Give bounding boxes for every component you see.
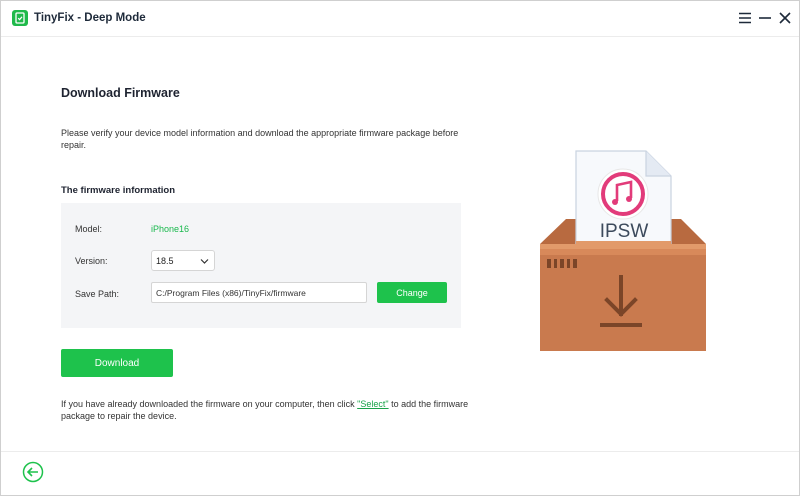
change-path-button[interactable]: Change bbox=[377, 282, 447, 303]
app-window: TinyFix - Deep Mode Download Firmware Pl… bbox=[0, 0, 800, 496]
close-icon[interactable] bbox=[776, 9, 794, 27]
version-value: 18.5 bbox=[156, 256, 174, 266]
version-select[interactable]: 18.5 bbox=[151, 250, 215, 271]
save-path-label: Save Path: bbox=[75, 289, 120, 299]
chevron-down-icon bbox=[200, 257, 209, 264]
model-label: Model: bbox=[75, 224, 103, 234]
hint-text-before: If you have already downloaded the firmw… bbox=[61, 399, 358, 409]
model-value: iPhone16 bbox=[151, 224, 190, 234]
footer-divider bbox=[1, 451, 799, 452]
back-arrow-icon[interactable] bbox=[22, 461, 44, 483]
hamburger-menu-icon[interactable] bbox=[736, 9, 754, 27]
select-link[interactable]: "Select" bbox=[357, 399, 388, 409]
firmware-info-panel: Model: iPhone16 Version: 18.5 Save Path:… bbox=[61, 203, 461, 328]
version-label: Version: bbox=[75, 256, 108, 266]
save-path-input[interactable] bbox=[151, 282, 367, 303]
ipsw-label: IPSW bbox=[600, 221, 649, 242]
firmware-box-illustration: IPSW bbox=[536, 149, 711, 354]
title-bar: TinyFix - Deep Mode bbox=[1, 1, 799, 37]
app-logo-icon bbox=[12, 10, 28, 26]
page-title: Download Firmware bbox=[61, 86, 180, 100]
firmware-section-title: The firmware information bbox=[61, 185, 176, 196]
download-button[interactable]: Download bbox=[61, 349, 173, 377]
page-description: Please verify your device model informat… bbox=[61, 128, 459, 150]
minimize-icon[interactable] bbox=[756, 9, 774, 27]
window-title: TinyFix - Deep Mode bbox=[34, 12, 146, 24]
select-hint: If you have already downloaded the firmw… bbox=[61, 398, 481, 422]
